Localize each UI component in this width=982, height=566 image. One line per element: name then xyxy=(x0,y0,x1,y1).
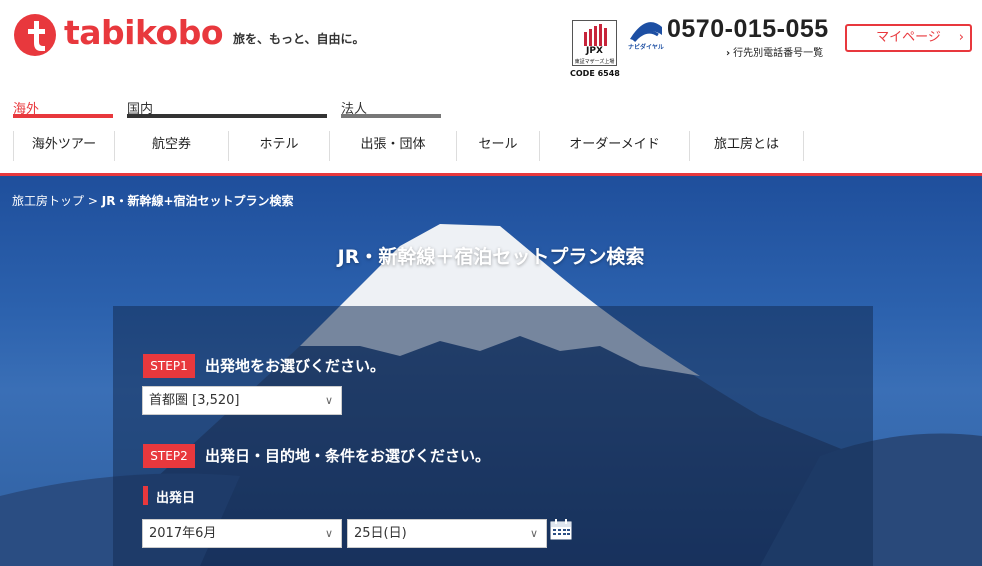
chevron-down-icon: ∨ xyxy=(324,394,333,407)
search-panel: STEP1 出発地をお選びください。 首都圏 [3,520] ∨ STEP2 出… xyxy=(113,306,873,566)
jpx-label: JPX xyxy=(586,46,603,56)
tab-underline xyxy=(341,114,441,118)
mypage-button[interactable]: マイページ › xyxy=(845,24,972,52)
logo-text[interactable]: tabikobo xyxy=(64,13,224,52)
page-title: JR・新幹線＋宿泊セットプラン検索 xyxy=(337,246,645,268)
chevron-down-icon: ∨ xyxy=(529,527,538,540)
tab-underline xyxy=(127,114,327,118)
chevron-right-icon: › xyxy=(958,30,964,45)
mypage-label: マイページ xyxy=(876,30,941,45)
jpx-icon: JPX 東証マザーズ上場 xyxy=(572,20,617,66)
nav-hotel[interactable]: ホテル xyxy=(228,131,329,161)
heading-marker xyxy=(143,486,148,505)
phone-list-label: 行先別電話番号一覧 xyxy=(733,48,824,59)
hero-section: 旅工房トップ > JR・新幹線+宿泊セットプラン検索 JR・新幹線＋宿泊セットプ… xyxy=(0,176,982,566)
departure-month-select[interactable]: 2017年6月 ∨ xyxy=(142,519,342,548)
chevron-down-icon: ∨ xyxy=(324,527,333,540)
step1-badge: STEP1 xyxy=(143,354,195,378)
sub-navigation: 海外ツアー 航空券 ホテル 出張・団体 セール オーダーメイド 旅工房とは xyxy=(13,131,804,161)
departure-region-value: 首都圏 [3,520] xyxy=(149,393,240,408)
departure-day-select[interactable]: 25日(日) ∨ xyxy=(347,519,547,548)
phone-number: 0570-015-055 xyxy=(667,15,829,43)
jpx-sub: 東証マザーズ上場 xyxy=(574,59,615,65)
breadcrumb-current: JR・新幹線+宿泊セットプラン検索 xyxy=(101,194,294,208)
tab-corporate[interactable]: 法人 xyxy=(341,98,441,118)
step2-text: 出発日・目的地・条件をお選びください。 xyxy=(205,447,491,465)
phone-list-link[interactable]: › 行先別電話番号一覧 xyxy=(726,44,823,59)
tab-overseas[interactable]: 海外 xyxy=(13,98,113,118)
navidial-label: ナビダイヤル xyxy=(628,44,664,51)
nav-air-tickets[interactable]: 航空券 xyxy=(114,131,228,161)
nav-business-group[interactable]: 出張・団体 xyxy=(329,131,456,161)
departure-region-select[interactable]: 首都圏 [3,520] ∨ xyxy=(142,386,342,415)
step2-badge: STEP2 xyxy=(143,444,195,468)
step1-text: 出発地をお選びください。 xyxy=(205,357,386,375)
tab-domestic[interactable]: 国内 xyxy=(127,98,327,118)
breadcrumb-separator: > xyxy=(87,194,98,208)
breadcrumb: 旅工房トップ > JR・新幹線+宿泊セットプラン検索 xyxy=(12,192,294,209)
tab-underline xyxy=(13,114,113,118)
site-header: tabikobo 旅を、もっと、自由に。 JPX 東証マザーズ上場 CODE 6… xyxy=(0,0,982,90)
tagline: 旅を、もっと、自由に。 xyxy=(233,32,365,46)
calendar-icon[interactable] xyxy=(550,518,572,540)
jpx-code: CODE 6548 xyxy=(570,69,620,78)
tabikobo-logo-icon[interactable] xyxy=(14,14,56,56)
departure-date-label: 出発日 xyxy=(156,491,196,506)
breadcrumb-home[interactable]: 旅工房トップ xyxy=(12,194,84,208)
nav-overseas-tour[interactable]: 海外ツアー xyxy=(13,131,114,161)
departure-month-value: 2017年6月 xyxy=(149,526,217,541)
departure-day-value: 25日(日) xyxy=(354,526,407,541)
nav-sale[interactable]: セール xyxy=(456,131,539,161)
chevron-right-icon: › xyxy=(726,48,731,59)
nav-order-made[interactable]: オーダーメイド xyxy=(539,131,689,161)
nav-about[interactable]: 旅工房とは xyxy=(689,131,804,161)
